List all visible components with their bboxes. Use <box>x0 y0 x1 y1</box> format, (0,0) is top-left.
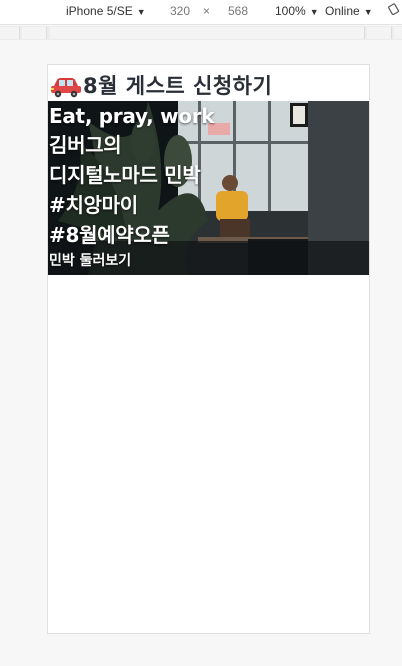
hero-banner: Eat, pray, work 김버그의 디지털노마드 민박 #치앙마이 #8월… <box>48 101 369 275</box>
ruler-segment[interactable] <box>394 27 402 39</box>
hero-hashtag: #8월예약오픈 <box>49 223 170 247</box>
ruler-segment[interactable] <box>367 27 392 39</box>
width-input[interactable]: 320 <box>170 4 190 18</box>
media-query-ruler <box>0 26 402 40</box>
zoom-label: 100% <box>275 4 306 18</box>
hero-text: Eat, pray, work 김버그의 디지털노마드 민박 #치앙마이 #8월… <box>49 102 215 272</box>
hero-hashtag: #치앙마이 <box>49 193 138 217</box>
device-toolbar: iPhone 5/SE ▼ 320 × 568 100% ▼ Online ▼ <box>0 0 402 25</box>
rotate-icon[interactable] <box>388 3 400 15</box>
browse-guesthouse-link[interactable]: 민박 둘러보기 <box>49 250 214 272</box>
page-title: 8월 게스트 신청하기 <box>83 74 273 98</box>
chevron-down-icon: ▼ <box>309 7 319 17</box>
hero-headline: Eat, pray, work <box>49 104 215 128</box>
page-header: 8월 게스트 신청하기 <box>48 69 369 101</box>
network-label: Online <box>325 4 360 18</box>
network-throttle-select[interactable]: Online ▼ <box>325 4 373 18</box>
ruler-segment[interactable] <box>50 27 365 39</box>
device-viewport: 8월 게스트 신청하기 Eat, pray, work 김버그의 디지털노마드 … <box>47 64 370 634</box>
chevron-down-icon: ▼ <box>136 7 146 17</box>
chevron-down-icon: ▼ <box>363 7 373 17</box>
device-label: iPhone 5/SE <box>66 4 133 18</box>
hero-line: 김버그의 <box>49 133 122 157</box>
car-icon <box>51 78 81 98</box>
hero-line: 디지털노마드 민박 <box>49 163 201 187</box>
dimension-separator: × <box>203 4 211 18</box>
zoom-select[interactable]: 100% ▼ <box>275 4 319 18</box>
ruler-segment[interactable] <box>0 27 20 39</box>
device-select[interactable]: iPhone 5/SE ▼ <box>66 4 146 18</box>
ruler-segment[interactable] <box>22 27 47 39</box>
height-input[interactable]: 568 <box>228 4 248 18</box>
